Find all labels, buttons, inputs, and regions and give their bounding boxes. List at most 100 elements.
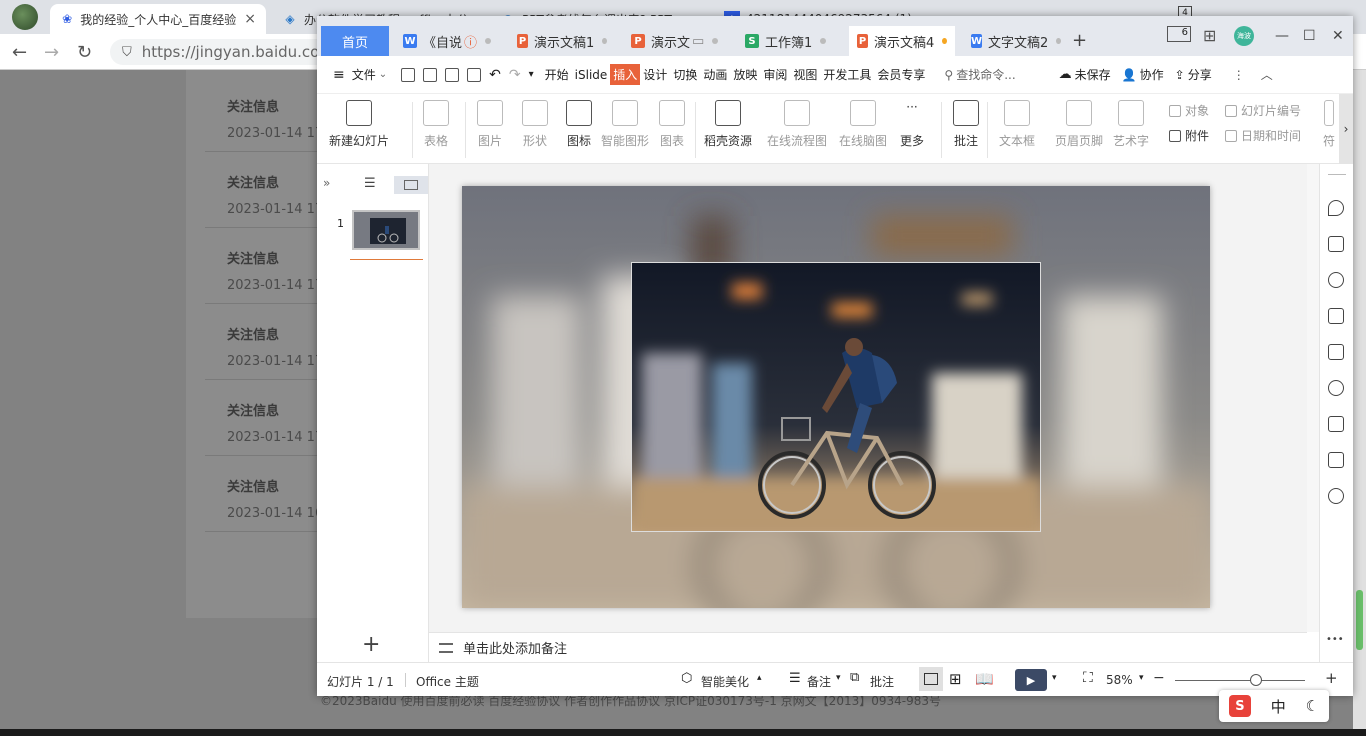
notes-area[interactable]: 单击此处添加备注	[429, 632, 1307, 662]
sorter-view-icon[interactable]: ⊞	[949, 670, 962, 688]
more-button[interactable]: ··· 更多	[899, 100, 925, 149]
list-item[interactable]: 关注信息 2023-01-14 17	[205, 380, 323, 456]
slide-thumbnail[interactable]	[352, 210, 420, 250]
grid-apps-icon[interactable]: ⊞	[1203, 26, 1216, 45]
menu-tab-design[interactable]: 设计	[640, 66, 670, 83]
online-mindmap-button[interactable]: 在线脑图	[839, 100, 887, 149]
export-icon[interactable]	[423, 67, 438, 82]
table-button[interactable]: 表格	[423, 100, 449, 149]
profile-avatar[interactable]	[12, 4, 38, 30]
unsaved-button[interactable]: 未保存	[1072, 66, 1114, 83]
reading-view-icon[interactable]: 📖	[975, 670, 994, 688]
doc-tab-ppt-4[interactable]: P 演示文稿4	[849, 26, 955, 56]
outline-view-icon[interactable]: ☰	[364, 176, 376, 191]
chart-button[interactable]: 图表	[659, 100, 685, 149]
slide-number-button[interactable]: 幻灯片编号	[1225, 102, 1301, 119]
symbol-button[interactable]: 符	[1323, 100, 1335, 149]
add-slide-button[interactable]: +	[362, 632, 380, 657]
new-slide-button[interactable]: 新建幻灯片	[329, 100, 389, 149]
menu-tab-animation[interactable]: 动画	[700, 66, 730, 83]
menu-tab-slideshow[interactable]: 放映	[730, 66, 760, 83]
smart-beautify-button[interactable]: 智能美化	[701, 673, 749, 690]
zoom-slider[interactable]	[1175, 680, 1305, 681]
chevron-up-icon[interactable]: ▴	[757, 673, 762, 683]
collab-button[interactable]: 协作	[1137, 66, 1167, 83]
search-command-input[interactable]: 查找命令...	[953, 66, 1018, 83]
picture-button[interactable]: 图片	[477, 100, 503, 149]
forward-icon[interactable]: →	[44, 42, 59, 63]
menu-tab-home[interactable]: 开始	[542, 66, 572, 83]
slide-canvas[interactable]	[462, 186, 1210, 608]
hamburger-icon[interactable]: ≡	[333, 67, 345, 83]
notes-toggle-button[interactable]: 备注	[807, 673, 831, 690]
cube-icon[interactable]	[1328, 452, 1344, 468]
wordart-button[interactable]: 艺术字	[1113, 100, 1149, 149]
chevron-down-icon[interactable]: ▾	[1052, 673, 1057, 683]
header-footer-button[interactable]: 页眉页脚	[1055, 100, 1103, 149]
reload-icon[interactable]: ↻	[77, 42, 92, 63]
moon-icon[interactable]: ☾	[1306, 697, 1319, 715]
rocket-icon[interactable]	[1328, 200, 1344, 216]
play-slideshow-button[interactable]: ▶	[1015, 669, 1047, 691]
online-flowchart-button[interactable]: 在线流程图	[767, 100, 827, 149]
menu-tab-islide[interactable]: iSlide	[572, 68, 611, 82]
comment-button[interactable]: 批注	[953, 100, 979, 149]
slide-photo[interactable]	[631, 262, 1041, 532]
docer-resource-button[interactable]: 稻壳资源	[704, 100, 752, 149]
close-icon[interactable]: ✕	[1332, 28, 1344, 44]
customize-dropdown-icon[interactable]: ▾	[529, 69, 534, 80]
datetime-button[interactable]: 日期和时间	[1225, 127, 1301, 144]
expand-panel-icon[interactable]: »	[323, 176, 330, 190]
doc-tab-sheet-1[interactable]: S 工作簿1	[737, 26, 843, 56]
smart-graphic-button[interactable]: 智能图形	[601, 100, 649, 149]
comment-toggle-button[interactable]: 批注	[870, 673, 894, 690]
browser-tab-jingyan[interactable]: ❀ 我的经验_个人中心_百度经验 ×	[50, 4, 266, 34]
zoom-out-button[interactable]: −	[1153, 670, 1165, 686]
fit-window-icon[interactable]: ⛶	[1083, 670, 1093, 686]
canvas-scrollbar[interactable]	[1307, 164, 1319, 632]
book-icon[interactable]	[1328, 416, 1344, 432]
lightning-icon[interactable]	[1328, 380, 1344, 396]
object-button[interactable]: 对象	[1169, 102, 1209, 119]
menu-tab-transition[interactable]: 切换	[670, 66, 700, 83]
ime-mode-toggle[interactable]: 中	[1271, 696, 1286, 717]
tab-home[interactable]: 首页	[321, 26, 389, 56]
minimize-icon[interactable]: —	[1275, 28, 1289, 44]
icon-button[interactable]: 图标	[566, 100, 592, 149]
collapse-ribbon-icon[interactable]: ︿	[1261, 66, 1273, 83]
menu-tab-developer[interactable]: 开发工具	[820, 66, 874, 83]
shape-button[interactable]: 形状	[522, 100, 548, 149]
menu-tab-review[interactable]: 审阅	[760, 66, 790, 83]
adjust-icon[interactable]	[1328, 236, 1344, 252]
redo-icon[interactable]: ↷	[509, 67, 521, 83]
list-item[interactable]: 关注信息 2023-01-14 17	[205, 152, 323, 228]
preview-icon[interactable]	[467, 67, 482, 82]
comment-panel-icon[interactable]	[1328, 308, 1344, 324]
chevron-down-icon[interactable]: ▾	[1139, 673, 1144, 683]
menu-file[interactable]: 文件	[349, 66, 379, 83]
list-item[interactable]: 关注信息 2023-01-14 16	[205, 456, 323, 532]
doc-tab-ppt-1[interactable]: P 演示文稿1	[509, 26, 615, 56]
save-icon[interactable]	[401, 67, 416, 82]
list-item[interactable]: 关注信息 2023-01-14 17	[205, 304, 323, 380]
list-item[interactable]: 关注信息 2023-01-14 17	[205, 76, 323, 152]
more-vertical-icon[interactable]: ⋮	[1233, 68, 1245, 82]
back-icon[interactable]: ←	[12, 42, 27, 63]
zoom-in-button[interactable]: +	[1325, 669, 1338, 687]
chevron-down-icon[interactable]: ⌄	[379, 69, 387, 80]
normal-view-icon[interactable]	[919, 667, 943, 691]
thumbnail-view-icon[interactable]	[394, 176, 428, 194]
zoom-level[interactable]: 58%	[1106, 673, 1133, 687]
window-count-badge[interactable]: 6	[1167, 26, 1191, 42]
more-tools-icon[interactable]: •••	[1326, 634, 1344, 645]
textbox-button[interactable]: 文本框	[999, 100, 1035, 149]
list-item[interactable]: 关注信息 2023-01-14 17	[205, 228, 323, 304]
user-avatar[interactable]: 海波	[1234, 26, 1254, 46]
doc-tab-ppt-2[interactable]: P 演示文 ▭	[623, 26, 729, 56]
menu-tab-member[interactable]: 会员专享	[874, 66, 928, 83]
sogou-logo-icon[interactable]: S	[1228, 695, 1251, 717]
menu-tab-insert[interactable]: 插入	[610, 64, 641, 85]
share-button[interactable]: 分享	[1185, 66, 1215, 83]
chevron-down-icon[interactable]: ▾	[836, 673, 841, 683]
add-tab-button[interactable]: +	[1072, 30, 1087, 51]
